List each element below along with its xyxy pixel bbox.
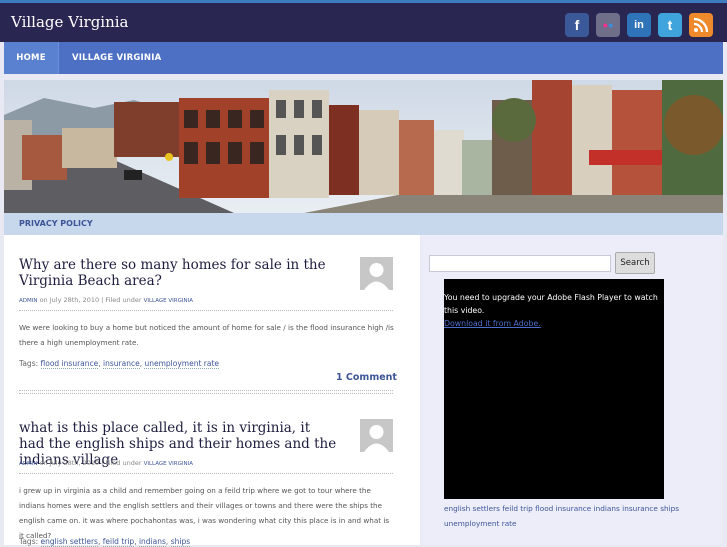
author-link[interactable]: ADMIN	[19, 461, 37, 467]
tag-link[interactable]: flood insurance	[40, 359, 99, 369]
tag-link[interactable]: insurance	[103, 359, 140, 369]
linkedin-icon[interactable]: in	[627, 13, 651, 37]
flickr-icon[interactable]: ●●	[596, 13, 620, 37]
tag-link[interactable]: feild trip	[102, 537, 135, 547]
header-bar: Village Virginia f ●● in t	[0, 0, 727, 42]
tag-cloud-link[interactable]: unemployment rate	[444, 519, 517, 528]
divider	[19, 390, 393, 391]
main-content: Why are there so many homes for sale in …	[4, 235, 420, 547]
post-tags: Tags: flood insurance, insurance, unempl…	[19, 359, 220, 369]
tag-cloud: english settlers feild trip flood insura…	[444, 501, 684, 531]
twitter-icon[interactable]: t	[658, 13, 682, 37]
divider	[19, 393, 393, 394]
divider	[19, 473, 393, 474]
site-title[interactable]: Village Virginia	[11, 13, 129, 31]
category-link[interactable]: VILLAGE VIRGINIA	[144, 461, 193, 467]
tag-cloud-link[interactable]: english settlers	[444, 504, 500, 513]
category-link[interactable]: VILLAGE VIRGINIA	[144, 298, 193, 304]
post-excerpt: We were looking to buy a home but notice…	[19, 323, 394, 347]
tags-label: Tags:	[19, 359, 39, 368]
nav-village-virginia[interactable]: VILLAGE VIRGINIA	[72, 42, 161, 74]
tag-cloud-link[interactable]: flood insurance	[535, 504, 591, 513]
sidebar: Search You need to upgrade your Adobe Fl…	[421, 235, 723, 545]
secondary-nav: PRIVACY POLICY	[4, 213, 723, 235]
comments-link[interactable]: 1 Comment	[336, 372, 397, 383]
search-input[interactable]	[429, 255, 611, 272]
post-date: on July 28th, 2010 | Filed under	[39, 459, 142, 467]
post-title[interactable]: Why are there so many homes for sale in …	[19, 257, 339, 289]
tag-link[interactable]: ships	[170, 537, 191, 547]
tag-cloud-link[interactable]: ships	[660, 504, 679, 513]
tag-cloud-link[interactable]: feild trip	[502, 504, 533, 513]
rss-glyph	[693, 17, 709, 33]
tag-link[interactable]: unemployment rate	[144, 359, 220, 369]
tag-link[interactable]: english settlers	[40, 537, 98, 547]
author-link[interactable]: ADMIN	[19, 298, 37, 304]
header-banner-image	[4, 80, 723, 213]
post-meta: ADMIN on July 28th, 2010 | Filed under V…	[19, 296, 193, 304]
tag-cloud-link[interactable]: indians	[594, 504, 620, 513]
author-avatar	[360, 419, 393, 452]
tag-link[interactable]: indians	[138, 537, 166, 547]
divider	[19, 310, 393, 311]
facebook-icon[interactable]: f	[565, 13, 589, 37]
rss-icon[interactable]	[689, 13, 713, 37]
post-meta: ADMIN on July 28th, 2010 | Filed under V…	[19, 459, 193, 467]
tag-cloud-link[interactable]: insurance	[622, 504, 658, 513]
post-excerpt: i grew up in virginia as a child and rem…	[19, 486, 390, 540]
flash-download-link[interactable]: Download it from Adobe.	[444, 319, 541, 328]
flash-upgrade-message: You need to upgrade your Adobe Flash Pla…	[444, 293, 658, 315]
search-button[interactable]: Search	[615, 252, 655, 274]
flash-video-player[interactable]: You need to upgrade your Adobe Flash Pla…	[444, 279, 664, 499]
main-nav: HOME VILLAGE VIRGINIA	[4, 42, 723, 74]
nav-privacy-policy[interactable]: PRIVACY POLICY	[19, 213, 93, 235]
author-avatar	[360, 257, 393, 290]
post-date: on July 28th, 2010 | Filed under	[39, 296, 142, 304]
nav-home[interactable]: HOME	[4, 42, 59, 74]
